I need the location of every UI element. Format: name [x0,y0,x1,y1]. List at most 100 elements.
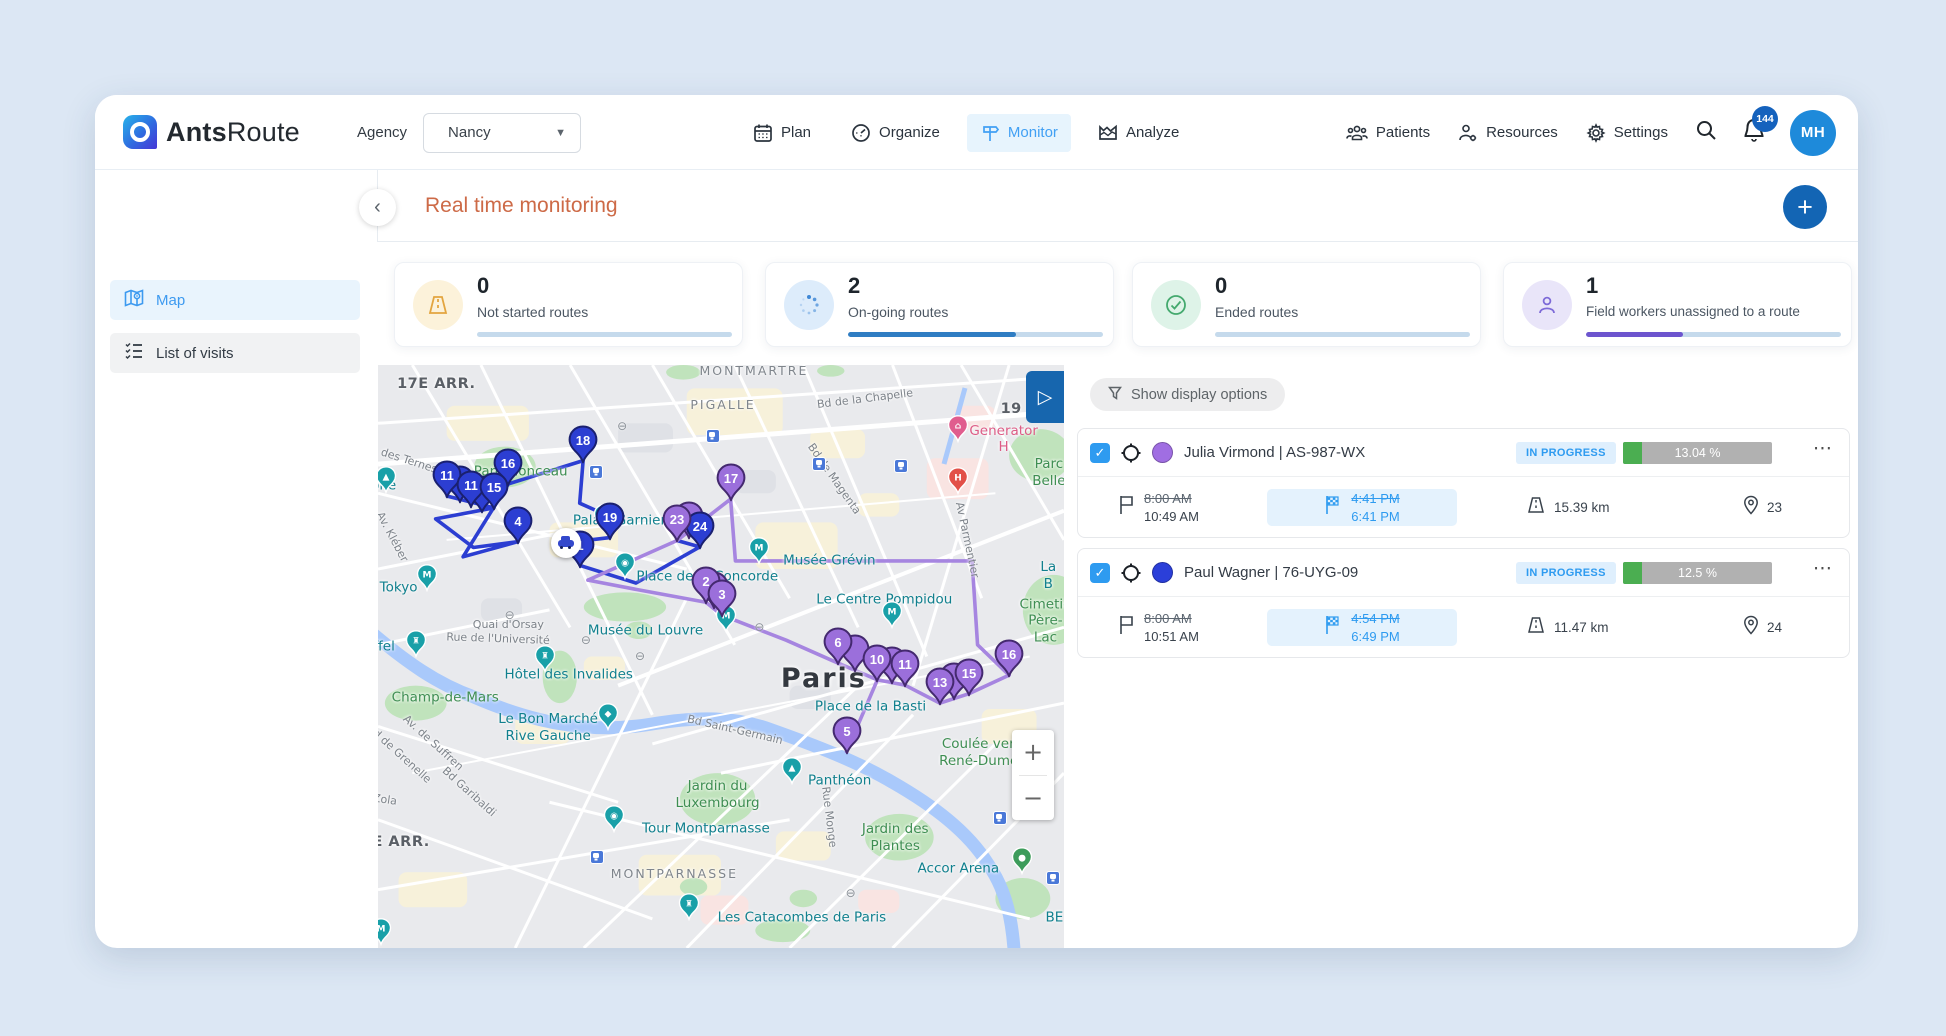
tab-organize[interactable]: Organize [838,114,953,152]
svg-text:M: M [755,543,764,553]
stat-value: 2 [848,273,860,299]
collapse-sidebar-button[interactable]: ‹ [359,189,396,226]
zoom-out-button[interactable]: − [1012,776,1054,821]
map-label: Bd Garibaldi [439,764,499,820]
route-stop-marker[interactable]: 16 [994,639,1024,677]
route-progress-bar: 12.5 % [1623,562,1772,584]
route-stop-marker[interactable]: 23 [662,505,692,543]
zoom-in-button[interactable]: + [1012,730,1054,775]
route-stop-marker[interactable]: 4 [503,506,533,544]
svg-text:▲: ▲ [788,763,795,773]
chevron-down-icon: ▼ [555,127,566,139]
edge-pin[interactable]: M [378,918,392,946]
app-window: AntsRoute Agency Nancy ▼ Plan Organize M… [95,95,1858,948]
svg-text:●: ● [1018,854,1026,864]
gear-icon [1586,123,1606,143]
montparnasse-pin[interactable]: ◉ [603,805,625,833]
actual-start-time: 10:51 AM [1144,628,1199,646]
route-stop-marker[interactable]: 5 [832,716,862,754]
catacombes-pin[interactable]: ♜ [678,893,700,921]
map-label: Musée Grévin [783,552,875,569]
concorde-pin[interactable]: ◉ [614,552,636,580]
visits-cell: 24 [1743,597,1782,658]
arc-de-triomphe-pin[interactable]: ▲ [378,466,397,494]
vehicle-marker[interactable] [551,528,581,558]
start-time-cell: 8:00 AM10:49 AM [1118,477,1199,538]
eiffel-pin[interactable]: ♜ [405,630,427,658]
map-label: Bd Saint-Germain [686,712,784,747]
route-progress-bar: 13.04 % [1623,442,1772,464]
add-button[interactable]: + [1783,185,1827,229]
route-checkbox[interactable]: ✓ [1090,443,1110,463]
accor-arena-pin[interactable]: ● [1011,847,1033,875]
route-stop-marker[interactable]: 18 [568,425,598,463]
locate-icon[interactable] [1120,562,1142,589]
svg-text:13: 13 [933,675,947,690]
invalides-pin[interactable]: ♜ [534,645,556,673]
route-stop-marker[interactable]: 3 [707,579,737,617]
start-time-cell: 8:00 AM10:51 AM [1118,597,1199,658]
person-icon [1522,280,1572,330]
stat-value: 0 [1215,273,1227,299]
map-label: Zola [378,791,398,808]
route-stop-marker[interactable]: 19 [595,502,625,540]
metro-entrance-icon: ⊖ [581,633,591,647]
actual-start-time: 10:49 AM [1144,508,1199,526]
map-label: Panthéon [808,772,871,789]
sidebar-item-list-of-visits[interactable]: List of visits [110,333,360,373]
svg-text:◉: ◉ [610,812,618,822]
svg-text:10: 10 [870,652,884,667]
route-checkbox[interactable]: ✓ [1090,563,1110,583]
palais-de-tokyo-pin[interactable]: M [416,564,438,592]
agency-value: Nancy [448,124,491,141]
expand-map-button[interactable]: ▷ [1026,371,1064,423]
svg-text:6: 6 [834,635,841,650]
nav-patients[interactable]: Patients [1344,117,1432,149]
signpost-icon [980,123,1000,143]
road-icon [1526,615,1546,640]
generator-hotel-pin[interactable]: ⌂ [947,414,969,442]
route-menu-button[interactable]: ⋯ [1813,557,1833,579]
checkered-flag-icon [1324,614,1342,641]
route-stop-marker[interactable]: 10 [862,644,892,682]
locate-icon[interactable] [1120,442,1142,469]
route-stop-marker[interactable]: 6 [823,627,853,665]
agency-dropdown[interactable]: Nancy ▼ [423,113,581,153]
route-stop-marker[interactable]: 15 [479,472,509,510]
bon-marche-pin[interactable]: ◆ [597,703,619,731]
avatar[interactable]: MH [1790,110,1836,156]
flag-icon [1118,614,1136,641]
musee-grevin-pin[interactable]: M [748,537,770,565]
pompidou-pin[interactable]: M [881,601,903,629]
route-card-paul: ✓ Paul Wagner | 76-UYG-09 IN PROGRESS 12… [1077,548,1850,658]
tab-analyze[interactable]: Analyze [1085,114,1192,152]
tab-plan[interactable]: Plan [740,114,824,152]
actual-end-time: 6:49 PM [1351,628,1399,646]
map-label: Cimetiè Père-Lac [1019,596,1064,647]
transit-station-icon [1046,871,1060,885]
search-icon[interactable] [1694,118,1718,147]
notifications-button[interactable]: 144 [1742,117,1766,148]
sidebar-item-map[interactable]: Map [110,280,360,320]
map-label: 17E ARR. [397,375,475,393]
main-nav: Plan Organize Monitor Analyze [740,95,1192,170]
nav-resources[interactable]: Resources [1456,117,1560,149]
route-stop-marker[interactable]: 15 [954,658,984,696]
route-menu-button[interactable]: ⋯ [1813,437,1833,459]
hospital-pin[interactable]: H [947,466,969,494]
page-title: Real time monitoring [425,194,618,218]
route-color-dot [1152,442,1173,463]
map-canvas[interactable]: 17E ARR.5E ARR.19MONTMARTREPIGALLEMONTPA… [378,365,1064,948]
pantheon-pin[interactable]: ▲ [781,757,803,785]
route-stop-marker[interactable]: 13 [925,667,955,705]
notification-badge: 144 [1752,106,1778,132]
svg-text:11: 11 [898,657,912,672]
planned-end-time: 4:54 PM [1351,610,1399,628]
route-stop-marker[interactable]: 17 [716,463,746,501]
divider-horizontal [377,241,1858,242]
show-display-options-button[interactable]: Show display options [1090,378,1285,411]
nav-settings[interactable]: Settings [1584,117,1670,149]
flag-icon [1118,494,1136,521]
tab-monitor[interactable]: Monitor [967,114,1071,152]
route-stop-marker[interactable]: 11 [890,649,920,687]
